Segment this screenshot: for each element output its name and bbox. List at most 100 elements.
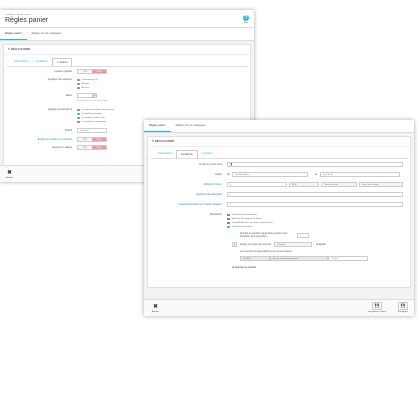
tab-catalog-price-rules[interactable]: Règles de prix catalogue	[171, 120, 211, 132]
restriction-products[interactable]: Sélection de produits	[227, 225, 252, 229]
save-icon: 💾	[398, 302, 408, 310]
toggle-yes[interactable]: OUI	[78, 146, 92, 149]
total-available-label: Quantité totale disponible	[196, 193, 222, 196]
min-amount-label: Montant minimum	[203, 183, 222, 186]
page-title: Règles panier	[5, 17, 49, 24]
help-label: Aide	[243, 22, 248, 24]
value-unit: %	[93, 93, 97, 98]
form-footer: ✖ Annuler 💾 Enregistrer et rester 💾 Enre…	[144, 299, 414, 316]
conditions-form: Limiter à un seul client 👤 Validité De D…	[152, 161, 408, 270]
products-match-text: Les produits correspondants à l'une de c…	[240, 251, 294, 253]
exclude-promo-toggle[interactable]: OUI NON	[77, 137, 107, 142]
free-shipping-toggle[interactable]: OUI NON	[77, 69, 107, 74]
validity-to-label: au	[314, 173, 318, 176]
radio-dot	[77, 112, 80, 116]
toggle-no[interactable]: NON	[92, 146, 106, 149]
cancel-label: Annuler	[152, 311, 159, 313]
remove-rule-icon[interactable]: ✖	[232, 242, 237, 247]
save-button[interactable]: 💾 Enregistrer	[398, 302, 408, 313]
subtab-conditions[interactable]: Conditions	[175, 150, 198, 158]
page-tabs: Règles panier Règles de prix catalogue	[144, 120, 414, 133]
radio-selected-products[interactable]: Les produits sélectionnés	[77, 120, 106, 124]
checkbox-checked	[227, 225, 230, 229]
products-value-cell: Aucun produit sélectionné	[270, 256, 328, 261]
toggle-yes[interactable]: OUI	[78, 138, 92, 141]
add-rule-button[interactable]: ⊕ Ajouter	[316, 243, 326, 246]
radio-dot	[77, 108, 80, 112]
breadcrumb-item-catalogue[interactable]: Catalogue	[5, 14, 15, 16]
save-and-stay-label: Enregistrer et rester	[368, 311, 386, 313]
restrictions-label: Restrictions	[210, 214, 222, 216]
rule-type-select[interactable]: Produits	[274, 242, 313, 247]
window-cart-rule-conditions: Règles panier Règles de prix catalogue ✎…	[144, 120, 414, 316]
save-icon: 💾	[372, 302, 383, 310]
product-selection-link[interactable]: ⊕ Sélection de produits	[232, 266, 256, 269]
radio-dot	[77, 82, 80, 86]
value-input[interactable]	[77, 93, 93, 98]
subtab-actions[interactable]: ✔ Actions	[198, 150, 217, 158]
subtabs: Informations Conditions ✔ Actions	[151, 147, 407, 159]
subtab-conditions[interactable]: Conditions	[32, 58, 52, 66]
product-label: Produit	[64, 129, 72, 132]
min-amount-input[interactable]: 0	[227, 182, 287, 187]
validity-start-input[interactable]: Date de début	[231, 172, 308, 177]
free-shipping-label: Livraison gratuite	[54, 70, 73, 73]
send-gift-toggle[interactable]: OUI NON	[77, 145, 107, 150]
checkbox	[227, 221, 230, 225]
shipping-select[interactable]: Hors frais de port	[359, 182, 403, 187]
subtab-actions[interactable]: ✔ Actions	[51, 58, 73, 66]
customer-label: Limiter à un seul client	[199, 163, 222, 166]
product-qty-input[interactable]: 1	[297, 233, 309, 238]
per-user-label: Quantité disponible pour chaque utilisat…	[178, 203, 222, 206]
radio-dot	[77, 116, 80, 120]
tab-catalog-price-rules[interactable]: Règles de prix catalogue	[27, 28, 67, 40]
currency-select[interactable]: EUR	[289, 182, 319, 187]
apply-discount-label: Appliquer une réduction	[47, 79, 72, 81]
radio-dot	[77, 78, 80, 82]
cancel-label: Annuler	[6, 177, 13, 179]
close-icon: ✖	[152, 304, 158, 310]
save-and-stay-button[interactable]: 💾 Enregistrer et rester	[368, 302, 386, 313]
checkbox	[227, 213, 230, 217]
add-rule-text: Ajouter une règle qui concerne	[240, 243, 272, 246]
breadcrumb-item-cart-rules[interactable]: Règles panier	[17, 14, 31, 16]
help-icon: ?	[243, 15, 249, 21]
panel-title: ✎ RÈGLE PANIER	[4, 45, 250, 55]
customer-input[interactable]: 👤	[227, 162, 403, 167]
close-icon: ✖	[6, 170, 12, 176]
tab-cart-rules[interactable]: Règles panier	[144, 120, 171, 132]
product-rule-text: Nombre de produits requis dans le panier…	[240, 232, 288, 238]
apply-discount-to-label: Appliquer la réduction à	[47, 109, 72, 111]
validity-end-input[interactable]: Date de fin	[319, 172, 400, 177]
value-label: Valeur	[65, 94, 72, 97]
product-search-input[interactable]: Chercher	[77, 128, 107, 133]
validity-label: Validité	[214, 173, 222, 176]
tax-select[interactable]: Taxes incluses	[321, 182, 357, 187]
per-user-input[interactable]: 1	[227, 202, 403, 207]
toggle-no[interactable]: NON	[92, 70, 106, 73]
total-available-input[interactable]: 1	[227, 192, 403, 197]
save-label: Enregistrer	[398, 311, 408, 313]
help-button[interactable]: ? Aide	[243, 15, 249, 24]
cancel-button[interactable]: ✖ Annuler	[152, 304, 159, 313]
radio-none[interactable]: Aucune	[77, 86, 89, 90]
panel-title: ✎ RÈGLE PANIER	[148, 137, 410, 147]
page-header: Catalogue / Règles panier Règles panier …	[0, 10, 254, 28]
toggle-yes[interactable]: OUI	[78, 70, 92, 73]
send-gift-label: Envoyer un cadeau	[52, 146, 72, 149]
toggle-no[interactable]: NON	[92, 138, 106, 141]
products-label-cell: Produits	[240, 256, 270, 261]
choose-products-button[interactable]: Choisir	[328, 256, 368, 261]
tab-cart-rules[interactable]: Règles panier	[0, 28, 27, 40]
subtabs: Informations Conditions ✔ Actions	[7, 55, 247, 67]
cart-rule-panel: ✎ RÈGLE PANIER Informations Conditions ✔…	[147, 136, 411, 288]
radio-dot	[77, 86, 80, 90]
radio-dot	[77, 120, 80, 124]
validity-from-label: De	[227, 173, 230, 176]
exclude-promo-label: Exclure les produits en promotion	[37, 138, 72, 141]
subtab-informations[interactable]: Informations	[10, 58, 32, 66]
subtab-informations[interactable]: Informations	[154, 150, 176, 158]
cancel-button[interactable]: ✖ Annuler	[6, 170, 13, 179]
checkbox	[227, 217, 230, 221]
value-note: Ne s'applique pas aux frais de port	[77, 100, 108, 102]
